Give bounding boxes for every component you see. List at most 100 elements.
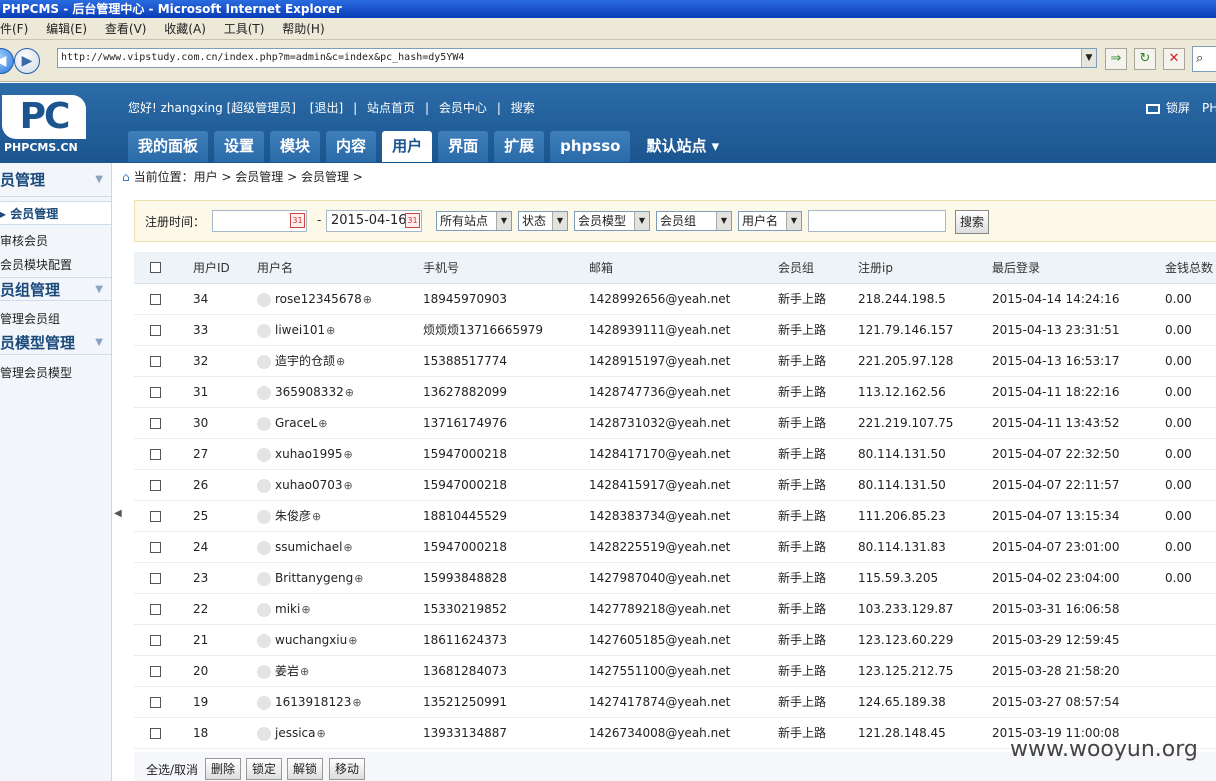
row-checkbox[interactable] <box>150 418 161 429</box>
unlock-button[interactable]: 解锁 <box>287 758 324 780</box>
group-select[interactable]: 会员组 ▼ <box>656 211 732 231</box>
zoom-icon[interactable]: ⊕ <box>354 572 363 585</box>
row-checkbox[interactable] <box>150 449 161 460</box>
table-row: 20 13681284073 1427551100@yeah.net 新手上路 123.… <box>134 656 1216 687</box>
sidebar-item-model-manage[interactable]: 管理会员模型 <box>0 361 111 385</box>
tab-users[interactable]: 用户 <box>382 131 433 162</box>
top-links: 您好! zhangxing [超级管理员] [退出] | 站点首页 | 会员中心 | … <box>128 101 535 115</box>
calendar-icon[interactable]: 31 <box>290 213 305 228</box>
zoom-icon[interactable]: ⊕ <box>318 417 327 430</box>
menu-file[interactable]: 件(F) <box>0 22 28 36</box>
cell-email: 1428415917@yeah.net <box>589 478 731 492</box>
menu-help[interactable]: 帮助(H) <box>282 22 324 36</box>
zoom-icon[interactable]: ⊕ <box>344 479 353 492</box>
calendar-icon[interactable]: 31 <box>405 213 420 228</box>
lock-screen-link[interactable]: 锁屏 <box>1166 101 1190 115</box>
sidebar-collapse-icon[interactable]: ◀ <box>114 508 122 519</box>
site-home-link[interactable]: 站点首页 <box>367 101 415 115</box>
zoom-icon[interactable]: ⊕ <box>317 727 326 740</box>
field-select[interactable]: 用户名 ▼ <box>738 211 802 231</box>
row-checkbox[interactable] <box>150 387 161 398</box>
row-checkbox[interactable] <box>150 635 161 646</box>
forward-icon[interactable]: ▶ <box>14 48 40 74</box>
sidebar-section-model[interactable]: 员模型管理 ▼ <box>0 331 111 355</box>
tab-content[interactable]: 内容 <box>326 131 377 162</box>
username-text: 朱俊彦 <box>275 509 312 523</box>
refresh-icon[interactable]: ↻ <box>1134 48 1156 70</box>
cell-group: 新手上路 <box>778 540 827 554</box>
cell-ip: 115.59.3.205 <box>858 571 939 585</box>
sidebar-section-group[interactable]: 员组管理 ▼ <box>0 277 111 301</box>
date-from-input[interactable]: 31 <box>212 210 307 232</box>
address-input[interactable]: http://www.vipstudy.com.cn/index.php?m=a… <box>57 48 1097 68</box>
cell-last-login: 2015-03-31 16:06:58 <box>992 602 1120 616</box>
tab-dashboard[interactable]: 我的面板 <box>128 131 209 162</box>
row-checkbox[interactable] <box>150 666 161 677</box>
menu-view[interactable]: 查看(V) <box>105 22 147 36</box>
menu-edit[interactable]: 编辑(E) <box>46 22 87 36</box>
stop-icon[interactable]: ✕ <box>1163 48 1185 70</box>
row-checkbox[interactable] <box>150 480 161 491</box>
zoom-icon[interactable]: ⊕ <box>344 448 353 461</box>
tab-modules[interactable]: 模块 <box>270 131 321 162</box>
cell-group: 新手上路 <box>778 354 827 368</box>
cell-group: 新手上路 <box>778 509 827 523</box>
row-checkbox[interactable] <box>150 604 161 615</box>
delete-button[interactable]: 删除 <box>205 758 242 780</box>
cell-last-login: 2015-03-27 08:57:54 <box>992 695 1120 709</box>
zoom-icon[interactable]: ⊕ <box>343 541 352 554</box>
table-row: 25 18810445529 1428383734@yeah.net 新手上路 111.… <box>134 501 1216 532</box>
tab-default-site[interactable]: 默认站点 ▾ <box>636 131 729 162</box>
site-select[interactable]: 所有站点 ▼ <box>436 211 512 231</box>
select-all-checkbox[interactable] <box>150 262 161 273</box>
lock-button[interactable]: 锁定 <box>246 758 283 780</box>
cell-last-login: 2015-03-28 21:58:20 <box>992 664 1120 678</box>
zoom-icon[interactable]: ⊕ <box>300 665 309 678</box>
menu-tools[interactable]: 工具(T) <box>224 22 265 36</box>
search-button[interactable]: 搜索 <box>955 210 989 234</box>
row-checkbox[interactable] <box>150 325 161 336</box>
zoom-icon[interactable]: ⊕ <box>345 386 354 399</box>
row-checkbox[interactable] <box>150 294 161 305</box>
cell-username: jessica⊕ <box>257 718 326 749</box>
logout-link[interactable]: [退出] <box>310 101 343 115</box>
member-center-link[interactable]: 会员中心 <box>439 101 487 115</box>
model-select[interactable]: 会员模型 ▼ <box>574 211 650 231</box>
sidebar-item-audit[interactable]: 审核会员 <box>0 229 111 253</box>
table-header: 用户ID 用户名 手机号 邮箱 会员组 注册ip 最后登录 金钱总数 <box>134 252 1216 284</box>
zoom-icon[interactable]: ⊕ <box>336 355 345 368</box>
date-to-input[interactable]: 2015-04-16 31 <box>326 210 422 232</box>
move-button[interactable]: 移动 <box>329 758 366 780</box>
select-all-link[interactable]: 全选/取消 <box>146 761 198 778</box>
row-checkbox[interactable] <box>150 356 161 367</box>
menu-favorites[interactable]: 收藏(A) <box>164 22 206 36</box>
zoom-icon[interactable]: ⊕ <box>326 324 335 337</box>
zoom-icon[interactable]: ⊕ <box>348 634 357 647</box>
row-checkbox[interactable] <box>150 728 161 739</box>
tab-interface[interactable]: 界面 <box>438 131 489 162</box>
search-link[interactable]: 搜索 <box>511 101 535 115</box>
back-icon[interactable]: ◀ <box>0 48 14 74</box>
zoom-icon[interactable]: ⊕ <box>352 696 361 709</box>
go-icon[interactable]: ⇒ <box>1105 48 1127 70</box>
row-checkbox[interactable] <box>150 697 161 708</box>
ie-search-icon[interactable]: ⌕ <box>1192 46 1216 72</box>
address-dropdown-icon[interactable]: ▼ <box>1081 49 1096 67</box>
tab-extensions[interactable]: 扩展 <box>494 131 545 162</box>
sidebar-item-module-config[interactable]: 会员模块配置 <box>0 253 111 277</box>
sidebar-item-member-manage[interactable]: ▸ 会员管理 <box>0 201 111 225</box>
tab-phpsso[interactable]: phpsso <box>550 131 631 162</box>
row-checkbox[interactable] <box>150 511 161 522</box>
keyword-input[interactable] <box>808 210 946 232</box>
sidebar-section-member[interactable]: 员管理 ▼ <box>0 163 111 197</box>
zoom-icon[interactable]: ⊕ <box>301 603 310 616</box>
row-checkbox[interactable] <box>150 542 161 553</box>
tab-settings[interactable]: 设置 <box>214 131 265 162</box>
status-select[interactable]: 状态 ▼ <box>518 211 568 231</box>
row-checkbox[interactable] <box>150 573 161 584</box>
col-id: 用户ID <box>193 261 230 275</box>
zoom-icon[interactable]: ⊕ <box>312 510 321 523</box>
zoom-icon[interactable]: ⊕ <box>363 293 372 306</box>
header-right-cut: PH <box>1202 101 1216 115</box>
sidebar-item-group-manage[interactable]: 管理会员组 <box>0 307 111 331</box>
